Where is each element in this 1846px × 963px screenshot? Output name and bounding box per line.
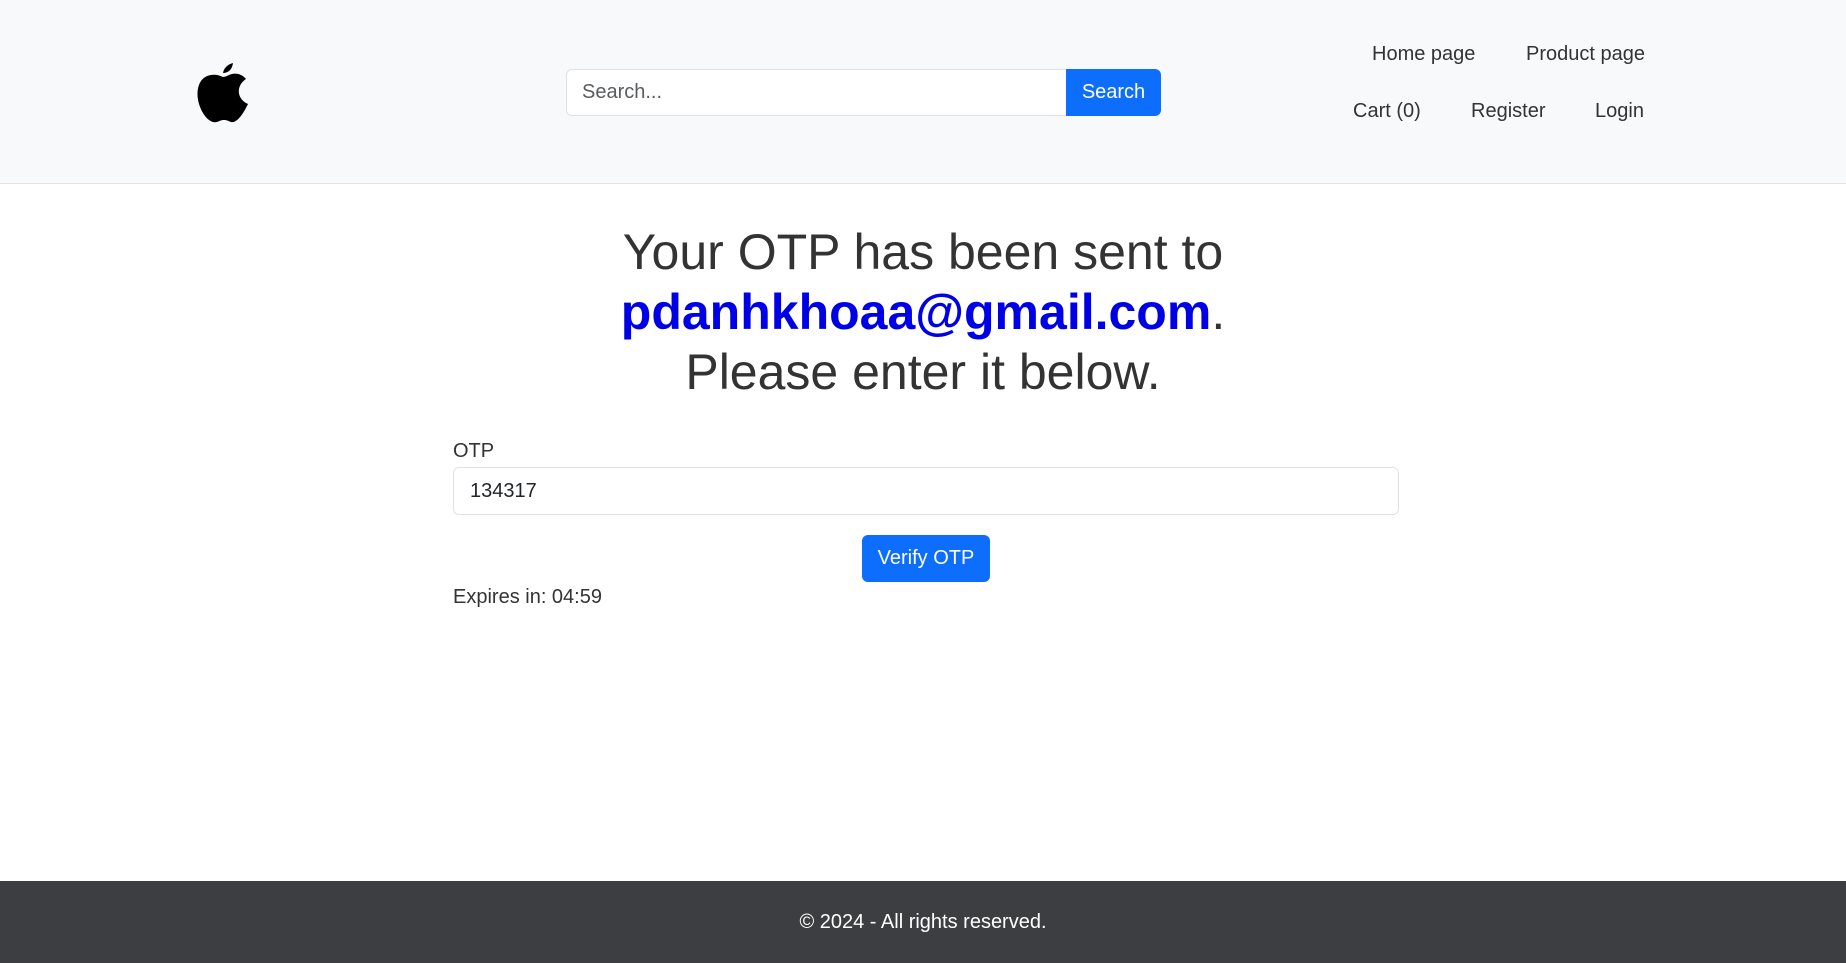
apple-logo-icon[interactable] xyxy=(195,60,251,124)
search-input[interactable] xyxy=(566,69,1066,116)
search-button[interactable]: Search xyxy=(1066,69,1161,116)
nav-login-link[interactable]: Login xyxy=(1595,100,1644,123)
nav-product-link[interactable]: Product page xyxy=(1526,43,1645,66)
email-address: pdanhkhoaa@gmail.com xyxy=(620,284,1212,340)
nav-home-link[interactable]: Home page xyxy=(1372,43,1475,66)
search-form: Search xyxy=(566,69,1161,116)
verify-otp-button[interactable]: Verify OTP xyxy=(862,535,990,582)
nav-register-link[interactable]: Register xyxy=(1471,100,1545,123)
otp-heading-line1: Your OTP has been sent to xyxy=(622,224,1224,280)
otp-heading-line2: pdanhkhoaa@gmail.com. xyxy=(0,282,1846,342)
otp-heading-line3: Please enter it below. xyxy=(685,344,1161,400)
otp-label: OTP xyxy=(453,440,495,462)
otp-input[interactable] xyxy=(453,467,1399,515)
site-header: Search Home page Product page Cart (0) R… xyxy=(0,0,1846,184)
expires-countdown: Expires in: 04:59 xyxy=(453,586,602,608)
nav-cart-link[interactable]: Cart (0) xyxy=(1353,100,1421,123)
site-footer: © 2024 - All rights reserved. xyxy=(0,881,1846,963)
email-suffix: . xyxy=(1211,284,1226,340)
footer-copyright: © 2024 - All rights reserved. xyxy=(799,910,1047,933)
otp-heading: Your OTP has been sent to pdanhkhoaa@gma… xyxy=(0,222,1846,402)
